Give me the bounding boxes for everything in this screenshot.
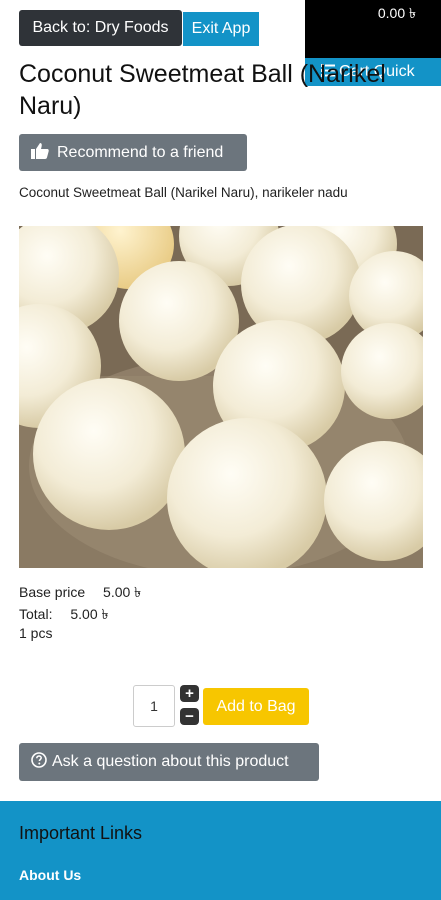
total-label: Total:: [19, 606, 53, 622]
plus-icon: +: [185, 685, 194, 702]
base-price-row: Base price 5.00 ৳: [19, 581, 141, 605]
decrease-quantity-button[interactable]: −: [180, 708, 199, 725]
increase-quantity-button[interactable]: +: [180, 685, 199, 702]
total-row: Total: 5.00 ৳: [19, 603, 108, 627]
product-description: Coconut Sweetmeat Ball (Narikel Naru), n…: [19, 185, 348, 200]
quantity-input[interactable]: 1: [133, 685, 175, 727]
ask-question-label: Ask a question about this product: [52, 753, 289, 770]
cart-summary[interactable]: 0.00 ৳: [305, 0, 441, 58]
thumbs-up-icon: [31, 143, 49, 159]
back-button[interactable]: Back to: Dry Foods: [19, 10, 182, 46]
minus-icon: −: [185, 708, 194, 725]
about-us-link[interactable]: About Us: [19, 867, 81, 883]
unit-info: 1 pcs: [19, 625, 53, 641]
base-price-value: 5.00 ৳: [103, 584, 142, 600]
base-price-label: Base price: [19, 584, 86, 600]
exit-app-button[interactable]: Exit App: [183, 12, 259, 46]
add-to-bag-button[interactable]: Add to Bag: [203, 688, 309, 725]
recommend-button[interactable]: Recommend to a friend: [19, 134, 247, 171]
ask-question-button[interactable]: Ask a question about this product: [19, 743, 319, 781]
footer-heading: Important Links: [19, 823, 143, 843]
footer: Important Links About Us: [0, 801, 441, 900]
total-value: 5.00 ৳: [70, 606, 109, 622]
product-image: [19, 226, 423, 568]
product-title: Coconut Sweetmeat Ball (Narikel Naru): [19, 60, 386, 120]
cart-total: 0.00 ৳: [377, 5, 416, 21]
recommend-label: Recommend to a friend: [57, 144, 224, 161]
question-circle-icon: [31, 752, 47, 768]
